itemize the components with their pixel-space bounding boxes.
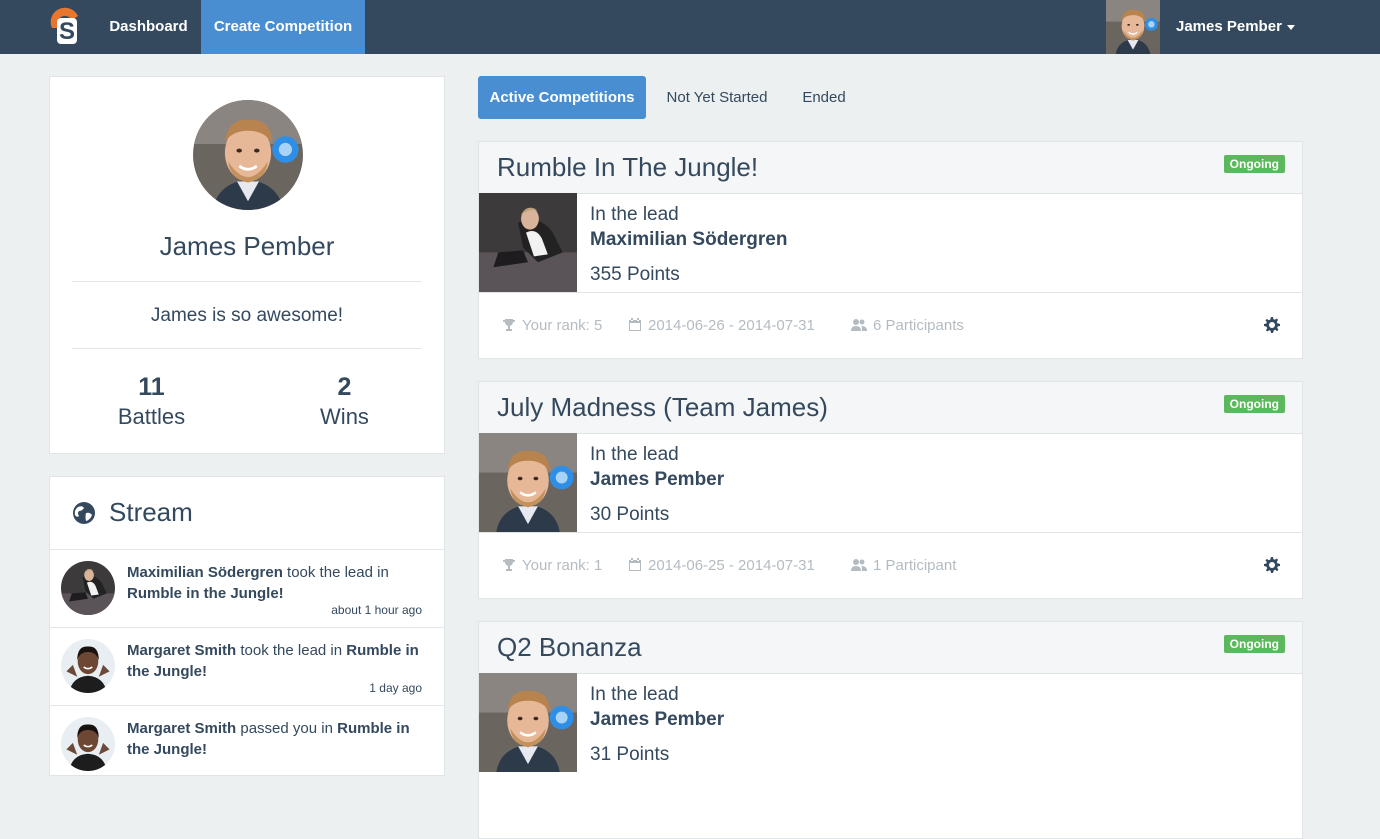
competition-title[interactable]: Rumble In The Jungle! [497,152,758,183]
competition-header: Rumble In The Jungle! Ongoing [479,142,1302,194]
stat-battles: 11 Battles [53,372,250,432]
competition-card[interactable]: Rumble In The Jungle! Ongoing In the lea… [478,141,1303,359]
stream-item[interactable]: Maximilian Södergren took the lead in Ru… [50,549,444,628]
leader-photo [479,193,577,292]
lead-label: In the lead [590,444,679,465]
stat-wins: 2 Wins [246,372,443,432]
your-rank: Your rank: 5 [502,317,602,334]
competition-card[interactable]: Q2 Bonanza Ongoing In the lead James Pem… [478,621,1303,839]
stat-wins-value: 2 [337,373,352,401]
date-text: 2014-06-25 - 2014-07-31 [648,557,815,574]
leader-photo [479,673,577,772]
competition-title[interactable]: July Madness (Team James) [497,392,828,423]
stream-time: about 1 hour ago [331,603,422,617]
stream-avatar [61,717,115,771]
status-badge: Ongoing [1223,155,1285,173]
nav-user-avatar[interactable] [1106,0,1160,54]
rank-text: Your rank: 5 [522,317,603,334]
stream-actor[interactable]: Margaret Smith [127,642,236,659]
leader-name: Maximilian Södergren [590,229,788,250]
status-badge: Ongoing [1223,635,1285,653]
calendar-icon [628,558,642,572]
competition-title[interactable]: Q2 Bonanza [497,632,642,663]
leader-photo [479,433,577,532]
tab-ended[interactable]: Ended [788,76,860,119]
stat-battles-value: 11 [138,373,165,401]
divider [72,348,422,349]
tab-active-competitions[interactable]: Active Competitions [478,76,646,119]
gear-icon[interactable] [1264,557,1280,573]
participants-text: 1 Participant [873,557,957,574]
stream-action: passed you in [236,720,338,737]
stream-action: took the lead in [236,642,347,659]
stream-actor[interactable]: Margaret Smith [127,720,236,737]
trophy-icon [502,558,516,572]
leader-name: James Pember [590,709,725,730]
date-range: 2014-06-25 - 2014-07-31 [628,557,815,574]
users-icon [851,558,867,572]
leader-points: 31 Points [590,744,670,765]
competition-footer: Your rank: 1 2014-06-25 - 2014-07-31 1 P… [479,532,1302,599]
calendar-icon [628,318,642,332]
users-icon [851,318,867,332]
stream-title: Stream [109,497,193,527]
stream-avatar [61,639,115,693]
top-navbar: S Dashboard Create Competition James Pem… [0,0,1380,54]
your-rank: Your rank: 1 [502,557,602,574]
stream-panel: Stream Maximilian Södergren took the lea… [49,476,445,776]
competition-header: Q2 Bonanza Ongoing [479,622,1302,674]
profile-bio: James is so awesome! [150,305,344,326]
lead-label: In the lead [590,684,679,705]
nav-create-competition[interactable]: Create Competition [201,0,365,54]
competition-card[interactable]: July Madness (Team James) Ongoing In the… [478,381,1303,599]
stream-text: Maximilian Södergren took the lead in Ru… [127,562,422,604]
divider [72,281,422,282]
leader-name: James Pember [590,469,725,490]
app-logo-icon[interactable]: S [48,6,82,46]
globe-icon [73,502,95,524]
stream-avatar [61,561,115,615]
stream-actor[interactable]: Maximilian Södergren [127,564,283,581]
participants: 6 Participants [851,317,964,334]
stream-time: 1 day ago [369,681,422,695]
logo-letter: S [59,18,75,45]
stream-target[interactable]: Rumble in the Jungle! [127,585,284,602]
participants: 1 Participant [851,557,956,574]
stream-text: Margaret Smith passed you in Rumble in t… [127,718,422,760]
date-range: 2014-06-26 - 2014-07-31 [628,317,815,334]
leader-points: 355 Points [590,264,680,285]
competition-header: July Madness (Team James) Ongoing [479,382,1302,434]
profile-avatar [193,100,303,210]
rank-text: Your rank: 1 [522,557,603,574]
status-badge: Ongoing [1223,395,1285,413]
tab-not-yet-started[interactable]: Not Yet Started [653,76,781,119]
stat-battles-label: Battles [117,404,186,429]
competition-footer: Your rank: 5 2014-06-26 - 2014-07-31 6 P… [479,292,1302,359]
stream-action: took the lead in [282,564,389,581]
trophy-icon [502,318,516,332]
leader-points: 30 Points [590,504,670,525]
date-text: 2014-06-26 - 2014-07-31 [648,317,815,334]
user-menu-name: James Pember [1176,18,1282,35]
lead-label: In the lead [590,204,679,225]
participants-text: 6 Participants [873,317,964,334]
stream-item[interactable]: Margaret Smith passed you in Rumble in t… [50,705,444,784]
stat-wins-label: Wins [320,404,369,429]
stream-text: Margaret Smith took the lead in Rumble i… [127,640,422,682]
user-menu-dropdown[interactable]: James Pember [1176,0,1295,54]
profile-name: James Pember [159,231,335,261]
caret-down-icon [1286,24,1295,30]
stream-item[interactable]: Margaret Smith took the lead in Rumble i… [50,627,444,706]
profile-card: James Pember James is so awesome! 11 Bat… [49,76,445,454]
gear-icon[interactable] [1264,317,1280,333]
nav-dashboard[interactable]: Dashboard [96,0,201,54]
